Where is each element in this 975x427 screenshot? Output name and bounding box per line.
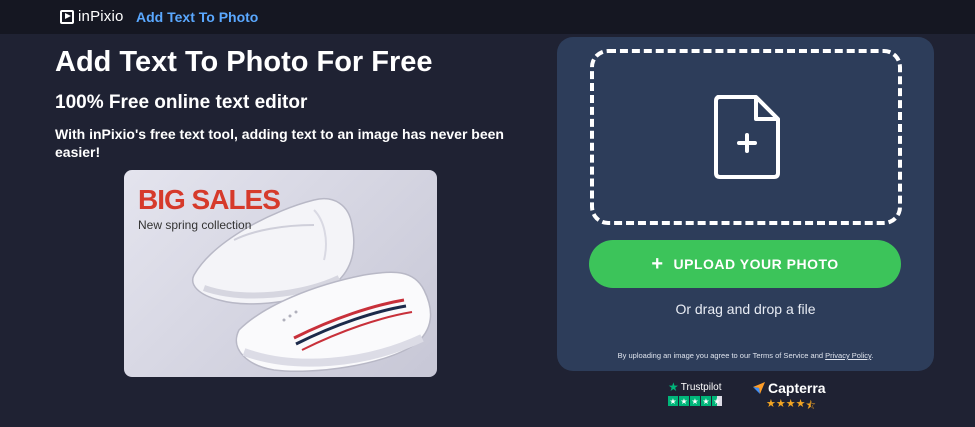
- privacy-policy-link[interactable]: Privacy Policy: [825, 351, 871, 360]
- rating-star-icon: ★: [775, 398, 786, 410]
- rating-star-icon: ★: [668, 396, 678, 406]
- brand-name: inPixio: [78, 8, 124, 25]
- upload-panel: + UPLOAD YOUR PHOTO Or drag and drop a f…: [557, 37, 934, 371]
- star-icon: ★: [668, 380, 679, 394]
- inpixio-logo[interactable]: inPixio: [60, 8, 124, 25]
- upload-button-label: UPLOAD YOUR PHOTO: [673, 256, 839, 272]
- sample-tagline: New spring collection: [138, 218, 252, 232]
- rating-half-star-icon: ★: [712, 396, 722, 406]
- top-bar: inPixio Add Text To Photo: [0, 0, 975, 34]
- rating-star-icon: ★: [785, 398, 796, 410]
- capterra-badge[interactable]: Capterra ★ ★ ★ ★ ⯪: [752, 380, 826, 416]
- capterra-arrow-icon: [753, 382, 765, 394]
- capterra-rating: ★ ★ ★ ★ ⯪: [766, 397, 826, 416]
- page-description: With inPixio's free text tool, adding te…: [55, 126, 504, 160]
- dropzone[interactable]: [590, 49, 902, 225]
- terms-suffix: .: [871, 351, 874, 360]
- file-plus-icon: [714, 95, 780, 179]
- rating-star-icon: ★: [701, 396, 711, 406]
- capterra-label: Capterra: [768, 380, 826, 396]
- rating-half-star-icon: ⯪: [805, 400, 816, 412]
- trustpilot-rating: ★ ★ ★ ★ ★: [668, 396, 726, 406]
- rating-star-icon: ★: [679, 396, 689, 406]
- play-square-icon: [60, 9, 74, 24]
- breadcrumb[interactable]: Add Text To Photo: [136, 9, 258, 25]
- page-title: Add Text To Photo For Free: [55, 46, 433, 78]
- page-subtitle: 100% Free online text editor: [55, 92, 308, 113]
- rating-star-icon: ★: [795, 398, 806, 410]
- terms-notice: By uploading an image you agree to our T…: [557, 351, 934, 360]
- sample-image: BIG SALES New spring collection: [124, 170, 437, 377]
- trustpilot-label: Trustpilot: [680, 381, 722, 393]
- sample-headline: BIG SALES: [138, 184, 281, 215]
- rating-star-icon: ★: [690, 396, 700, 406]
- terms-text: By uploading an image you agree to our T…: [617, 351, 826, 360]
- upload-photo-button[interactable]: + UPLOAD YOUR PHOTO: [589, 240, 901, 288]
- rating-star-icon: ★: [766, 398, 776, 410]
- plus-icon: +: [651, 253, 664, 275]
- drag-drop-hint: Or drag and drop a file: [675, 301, 816, 317]
- trustpilot-badge[interactable]: ★ Trustpilot ★ ★ ★ ★ ★: [668, 380, 726, 406]
